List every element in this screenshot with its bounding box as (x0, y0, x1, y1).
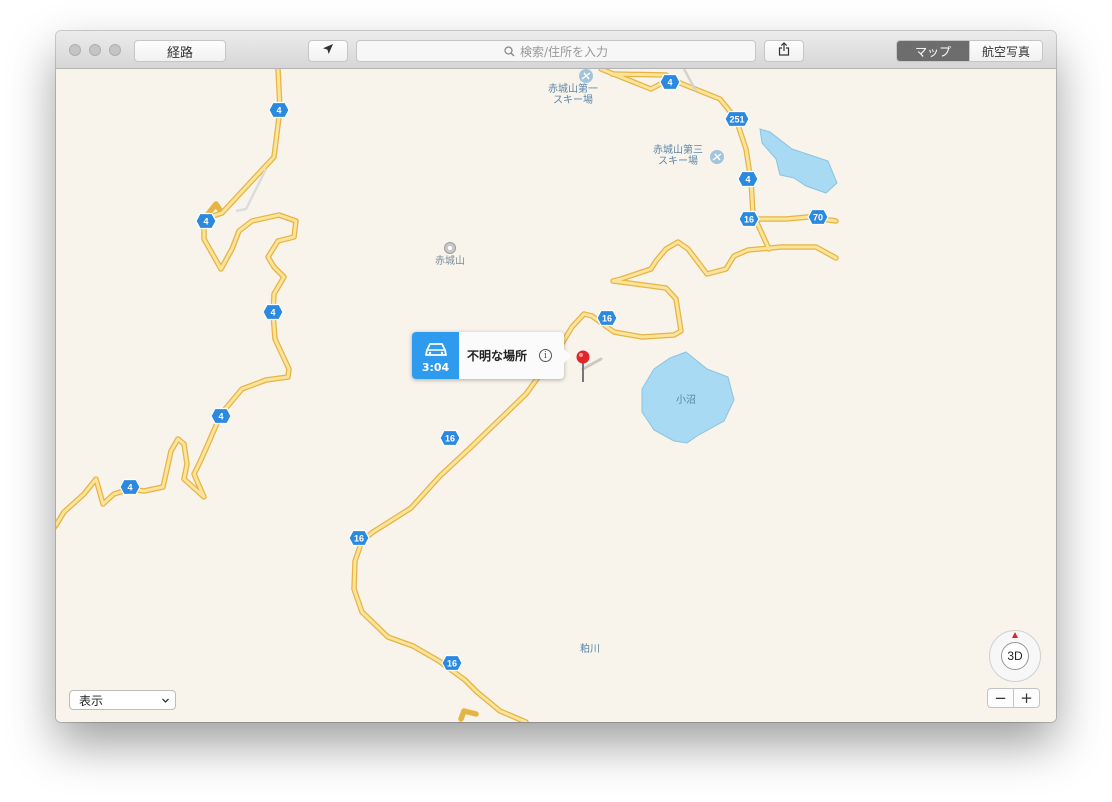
zoom-in-button[interactable]: + (1013, 688, 1040, 708)
map-mode-button[interactable]: マップ (897, 41, 969, 61)
route-shield: 16 (439, 429, 461, 447)
zoom-out-button[interactable]: − (987, 688, 1014, 708)
map-type-segmented-control: マップ 航空写真 (896, 40, 1043, 62)
compass-control[interactable]: 3D (989, 630, 1041, 682)
route-shield: 16 (596, 309, 618, 327)
route-shield: 251 (724, 110, 750, 128)
route-shield: 4 (268, 101, 290, 119)
directions-label: 経路 (166, 45, 193, 61)
info-icon[interactable]: i (539, 349, 552, 362)
callout-title: 不明な場所 (467, 349, 528, 363)
route-shield: 16 (738, 210, 760, 228)
route-shield: 4 (119, 478, 141, 496)
current-location-button[interactable] (308, 40, 348, 62)
location-callout[interactable]: 3:04 不明な場所 i (412, 332, 571, 379)
place-label-ski3: 赤城山第三 スキー場 (653, 145, 703, 167)
minimize-button[interactable] (89, 44, 101, 56)
search-icon (504, 45, 515, 57)
share-button[interactable] (764, 40, 804, 62)
view-select[interactable]: 表示 (69, 690, 176, 710)
lake-onuma (759, 128, 838, 194)
toolbar: 経路 検索/住所を入力 マップ 航空写真 (56, 31, 1056, 69)
search-placeholder: 検索/住所を入力 (519, 44, 609, 59)
route-shield: 16 (441, 654, 463, 672)
zoom-button[interactable] (109, 44, 121, 56)
place-label-akagiyama: 赤城山 (435, 256, 465, 267)
search-input[interactable]: 検索/住所を入力 (356, 40, 756, 62)
route-shield: 4 (262, 303, 284, 321)
route-shield: 4 (210, 407, 232, 425)
close-button[interactable] (69, 44, 81, 56)
map-canvas (56, 69, 839, 722)
route-shield: 4 (195, 212, 217, 230)
eta-label: 3:04 (421, 361, 450, 374)
route-shield: 4 (737, 170, 759, 188)
place-label-konuma: 小沼 (676, 395, 696, 406)
3d-button[interactable]: 3D (1001, 642, 1029, 670)
dropped-pin-icon (576, 350, 603, 382)
view-select-label: 表示 (79, 693, 104, 708)
location-arrow-icon (322, 43, 334, 59)
callout-tail (564, 349, 571, 363)
maps-window: 経路 検索/住所を入力 マップ 航空写真 赤城山第一 スキー場 赤城山第三 スキ… (56, 31, 1056, 722)
place-label-kasukawa: 粕川 (580, 644, 600, 655)
drive-directions-button[interactable]: 3:04 (412, 332, 459, 379)
north-indicator-icon (1012, 632, 1018, 638)
satellite-mode-button[interactable]: 航空写真 (969, 41, 1042, 61)
car-icon (424, 342, 448, 362)
directions-button[interactable]: 経路 (134, 40, 226, 62)
route-shield: 16 (348, 529, 370, 547)
route-shield: 70 (807, 208, 829, 226)
chevron-down-icon (161, 693, 170, 710)
map-view[interactable]: 赤城山第一 スキー場 赤城山第三 スキー場 赤城山 小沼 粕川 4 251 4 … (56, 69, 1056, 722)
route-shield: 4 (659, 73, 681, 91)
share-icon (778, 42, 790, 60)
place-label-ski1: 赤城山第一 スキー場 (548, 84, 598, 106)
